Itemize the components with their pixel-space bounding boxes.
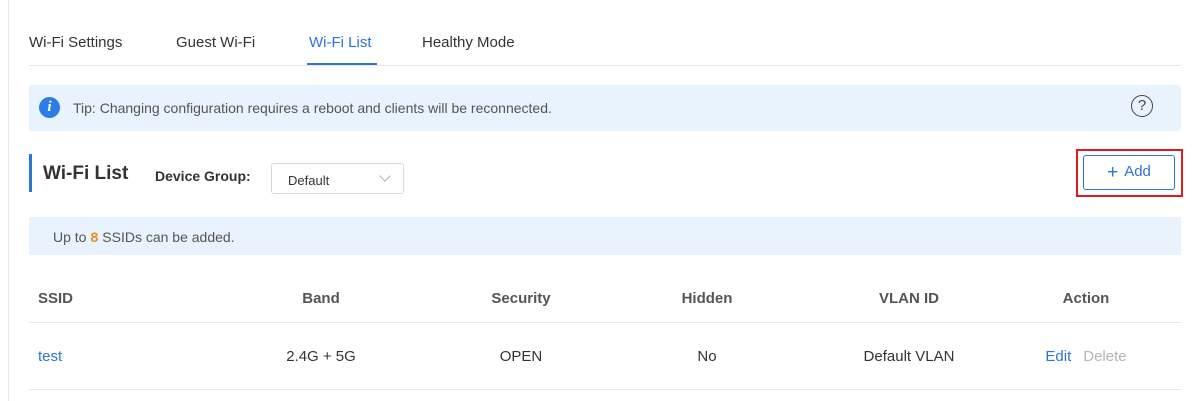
header-ssid: SSID — [38, 289, 74, 307]
table-header: SSID Band Security Hidden VLAN ID Action — [29, 274, 1181, 323]
help-icon[interactable]: ? — [1131, 95, 1153, 117]
tab-wifi-list[interactable]: Wi-Fi List — [309, 33, 372, 53]
active-tab-indicator — [307, 63, 377, 65]
tab-wifi-settings[interactable]: Wi-Fi Settings — [29, 33, 122, 53]
ssid-limit-prefix: Up to — [53, 229, 87, 245]
plus-icon: + — [1107, 161, 1119, 183]
header-security: Security — [491, 289, 551, 307]
ssid-limit-count: 8 — [90, 229, 99, 245]
tip-text: Tip: Changing configuration requires a r… — [73, 100, 552, 116]
add-button[interactable]: + Add — [1083, 155, 1175, 190]
header-band: Band — [302, 289, 340, 307]
wifi-table: SSID Band Security Hidden VLAN ID Action… — [29, 274, 1181, 390]
ssid-limit-text: Up to 8 SSIDs can be added. — [53, 229, 235, 245]
tip-banner: i Tip: Changing configuration requires a… — [29, 85, 1181, 131]
device-group-select[interactable]: Default — [271, 163, 404, 194]
action-cell: Edit Delete — [991, 323, 1181, 389]
ssid-limit-suffix: SSIDs can be added. — [102, 229, 235, 245]
add-button-label: Add — [1124, 162, 1151, 180]
hidden-cell: No — [697, 347, 717, 365]
vlan-cell: Default VLAN — [863, 347, 955, 365]
chevron-down-icon — [379, 170, 391, 182]
tab-bar: Wi-Fi Settings Guest Wi-Fi Wi-Fi List He… — [29, 0, 1181, 66]
info-icon: i — [39, 97, 60, 118]
header-action: Action — [1062, 289, 1110, 307]
tab-guest-wifi[interactable]: Guest Wi-Fi — [176, 33, 255, 53]
device-group-label: Device Group: — [155, 168, 251, 184]
table-row: test 2.4G + 5G OPEN No Default VLAN Edit… — [29, 323, 1181, 390]
tab-healthy-mode[interactable]: Healthy Mode — [422, 33, 515, 53]
ssid-link[interactable]: test — [29, 323, 218, 389]
delete-link: Delete — [1083, 347, 1127, 365]
page-title: Wi-Fi List — [43, 163, 129, 184]
band-cell: 2.4G + 5G — [286, 347, 356, 365]
header-hidden: Hidden — [681, 289, 733, 307]
security-cell: OPEN — [499, 347, 543, 365]
page-left-border — [8, 0, 9, 401]
edit-link[interactable]: Edit — [1045, 348, 1071, 365]
ssid-limit-banner: Up to 8 SSIDs can be added. — [29, 217, 1181, 255]
device-group-value: Default — [288, 173, 330, 188]
section-title-accent — [29, 154, 32, 192]
header-vlan-id: VLAN ID — [879, 289, 939, 307]
